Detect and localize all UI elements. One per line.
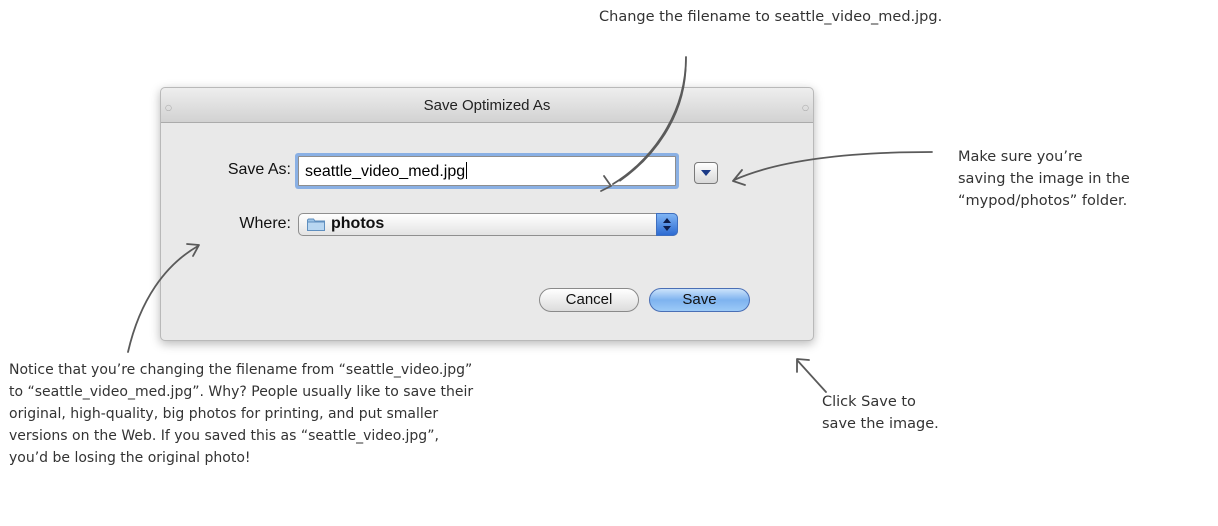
folder-tip: Make sure you’re saving the image in the…: [958, 149, 1130, 209]
notice-note: Notice that you’re changing the filename…: [9, 362, 474, 466]
notice-arrow: [127, 243, 200, 353]
save-arrow: [796, 358, 827, 393]
folder-arrow: [732, 151, 933, 186]
filename-tip: Change the filename to seattle_video_med…: [599, 9, 943, 25]
save-tip: Click Save to save the image.: [822, 394, 939, 432]
filename-arrow: [600, 56, 687, 192]
